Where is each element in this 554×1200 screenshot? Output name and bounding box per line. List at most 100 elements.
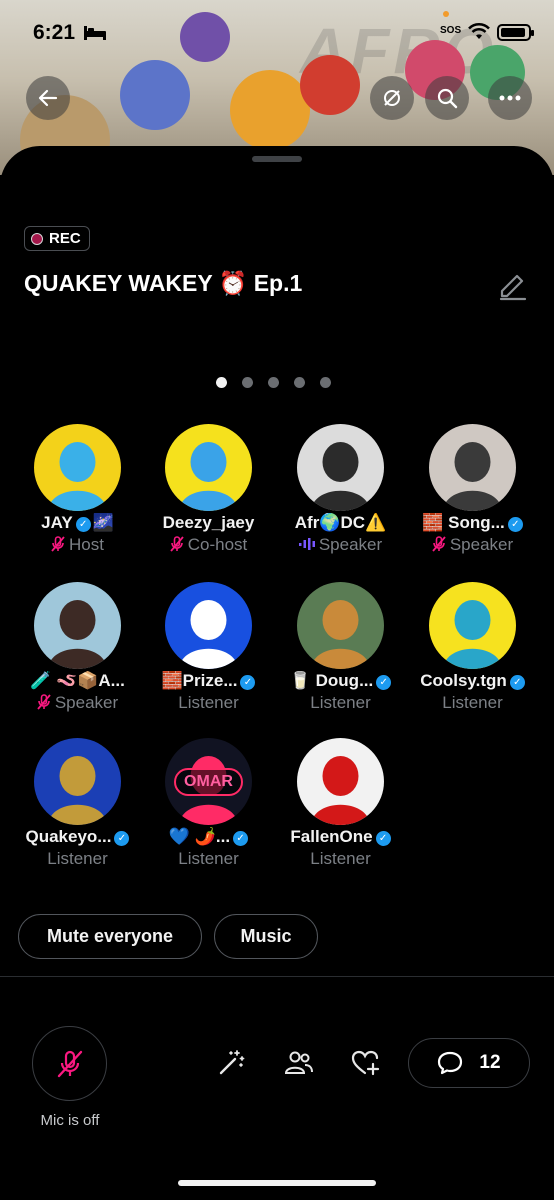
sheet-grabber[interactable] [252, 156, 302, 162]
mic-toggle-button[interactable] [32, 1026, 107, 1101]
participant[interactable]: OMAR 💙 🌶️... ✓ Listener [143, 738, 274, 888]
participant-role: Listener [275, 849, 406, 869]
avatar[interactable] [297, 738, 384, 825]
page-dot[interactable] [216, 377, 227, 388]
avatar[interactable]: OMAR [165, 738, 252, 825]
participant-name: 🧪 🪱📦A... [12, 671, 143, 691]
participant[interactable]: 🧪 🪱📦A... Speaker [12, 582, 143, 732]
participant-role-text: Listener [310, 693, 371, 712]
participant-name: Coolsy.tgn ✓ [407, 671, 538, 691]
mute-everyone-button[interactable]: Mute everyone [18, 914, 202, 959]
participant-role: Listener [407, 693, 538, 713]
no-location-icon [384, 90, 400, 106]
participant-name: JAY ✓ 🌌 [12, 513, 143, 533]
mic-off-icon [170, 536, 188, 554]
space-sheet: REC QUAKEY WAKEY ⏰ Ep.1 JAY ✓ 🌌 Host Deezy_j… [0, 146, 554, 1200]
participant[interactable]: JAY ✓ 🌌 Host [12, 424, 143, 574]
participant-role: Host [12, 535, 143, 555]
participant-role: Speaker [12, 693, 143, 713]
mic-off-icon [57, 1050, 82, 1077]
wifi-icon [468, 23, 490, 39]
recording-badge: REC [24, 226, 90, 251]
participant[interactable]: Afr🌍DC⚠️ Speaker [275, 424, 406, 574]
mic-off-icon [37, 694, 55, 712]
edit-title-icon[interactable] [497, 270, 529, 302]
participant-role-text: Listener [442, 693, 503, 712]
participant-name-text: 🧱Prize... [161, 671, 238, 690]
participant-name-text: 🧱 Song... [422, 513, 505, 532]
magic-wand-icon [219, 1050, 245, 1075]
mic-off-icon [51, 536, 69, 554]
page-dot[interactable] [320, 377, 331, 388]
participant-role-text: Speaker [449, 535, 514, 554]
page-dot[interactable] [294, 377, 305, 388]
page-dot[interactable] [268, 377, 279, 388]
participant-role: Listener [12, 849, 143, 869]
music-button[interactable]: Music [214, 914, 318, 959]
participant-name-text: 🧪 🪱📦A... [30, 671, 125, 690]
participant-role-text: Co-host [187, 535, 248, 554]
avatar[interactable] [297, 582, 384, 669]
verified-badge-icon: ✓ [240, 675, 256, 690]
participant-name: 🧱 Song... ✓ [407, 513, 538, 533]
participant-role-text: Listener [310, 849, 371, 868]
verified-badge-icon: ✓ [75, 517, 91, 532]
participant-name: FallenOne ✓ [275, 827, 406, 847]
more-button[interactable] [488, 76, 532, 120]
participant[interactable]: Deezy_jaey Co-host [143, 424, 274, 574]
page-dot[interactable] [242, 377, 253, 388]
participant-role-text: Listener [178, 849, 239, 868]
participant[interactable]: 🥛 Doug... ✓ Listener [275, 582, 406, 732]
react-button[interactable] [349, 1046, 383, 1080]
location-button[interactable] [370, 76, 414, 120]
verified-badge-icon: ✓ [376, 675, 392, 690]
avatar[interactable] [429, 424, 516, 511]
participant-role-text: Speaker [318, 535, 383, 554]
status-bar: 6:21 SOS [0, 0, 554, 64]
participant-role: Listener [143, 849, 274, 869]
participant-name-suffix: 🌌 [92, 513, 114, 532]
banner-art [120, 60, 190, 130]
mic-off-icon [432, 536, 450, 554]
verified-badge-icon: ✓ [375, 831, 391, 846]
effects-button[interactable] [214, 1046, 248, 1080]
sleep-focus-icon [84, 26, 106, 40]
avatar[interactable] [34, 424, 121, 511]
participant[interactable]: Quakeyo... ✓ Listener [12, 738, 143, 888]
avatar[interactable] [429, 582, 516, 669]
avatar[interactable] [34, 582, 121, 669]
avatar[interactable] [34, 738, 121, 825]
comments-button[interactable]: 12 [408, 1038, 530, 1088]
participant-name-text: FallenOne [290, 827, 373, 846]
participant-name-text: Coolsy.tgn [420, 671, 507, 690]
space-title: QUAKEY WAKEY ⏰ Ep.1 [24, 270, 303, 296]
participant[interactable]: 🧱 Song... ✓ Speaker [407, 424, 538, 574]
participant[interactable]: FallenOne ✓ Listener [275, 738, 406, 888]
participant-role-text: Speaker [54, 693, 119, 712]
home-indicator[interactable] [178, 1180, 376, 1186]
verified-badge-icon: ✓ [509, 675, 525, 690]
back-button[interactable] [26, 76, 70, 120]
comment-count: 12 [479, 1052, 501, 1073]
participant-name: 💙 🌶️... ✓ [143, 827, 274, 847]
verified-badge-icon: ✓ [114, 831, 130, 846]
heart-plus-icon [351, 1050, 380, 1076]
participant-role: Listener [275, 693, 406, 713]
participants-button[interactable] [282, 1046, 316, 1080]
search-button[interactable] [425, 76, 469, 120]
participant-name-text: Deezy_jaey [162, 513, 255, 532]
avatar[interactable] [165, 424, 252, 511]
participant-name-text: JAY [41, 513, 73, 532]
participant[interactable]: Coolsy.tgn ✓ Listener [407, 582, 538, 732]
participant-role: Listener [143, 693, 274, 713]
participant-name: 🥛 Doug... ✓ [275, 671, 406, 691]
page-indicator[interactable] [216, 377, 331, 388]
participant[interactable]: 🧱Prize... ✓ Listener [143, 582, 274, 732]
speaking-icon [298, 537, 319, 553]
avatar-text: OMAR [174, 767, 243, 796]
participant-role: Speaker [407, 535, 538, 555]
search-icon [437, 88, 458, 109]
avatar[interactable] [165, 582, 252, 669]
battery-icon [497, 24, 534, 41]
avatar[interactable] [297, 424, 384, 511]
